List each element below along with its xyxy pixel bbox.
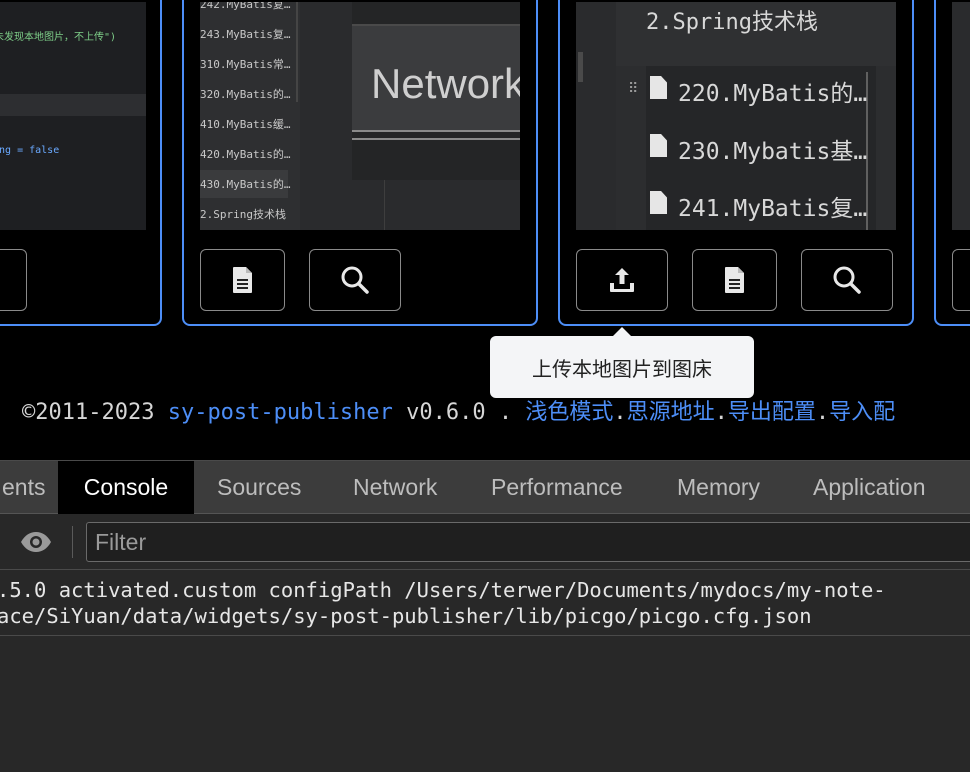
copyright-text: ©2011-2023 — [22, 400, 155, 425]
tab-memory[interactable]: Memory — [677, 461, 760, 514]
footer: ©2011-2023 sy-post-publisher v0.6.0 . 浅色… — [22, 394, 895, 426]
network-label: Network — [371, 60, 520, 107]
upload-tooltip: 上传本地图片到图床 — [490, 327, 754, 398]
devtools-panel: ents Console Sources Network Performance… — [0, 460, 970, 772]
image-card: 2.Spring技术栈 ⠿ 220.MyBatis的… 230.Mybatis基… — [558, 0, 914, 326]
file-list-item: 243.MyBatis复… — [200, 28, 291, 41]
console-toolbar — [0, 514, 970, 570]
image-gallery: 未发现本地图片，不上传") ing = false 242.MyBatis复… … — [0, 0, 970, 460]
log-line: ace/SiYuan/data/widgets/sy-post-publishe… — [0, 604, 812, 628]
separator-dot: . — [613, 400, 627, 425]
tab-application[interactable]: Application — [813, 461, 926, 514]
image-card: 242.MyBatis复… 243.MyBatis复… 310.MyBatis常… — [182, 0, 538, 326]
file-list-item: 220.MyBatis的… — [678, 81, 868, 107]
drag-handle-icon: ⠿ — [628, 80, 639, 96]
console-log-message: .5.0 activated.custom configPath /Users/… — [0, 576, 970, 636]
tab-console[interactable]: Console — [58, 461, 194, 514]
search-button[interactable] — [309, 249, 401, 311]
siyuan-address-link[interactable]: 思源地址 — [627, 400, 715, 425]
file-list-item: 2.Spring技术栈 — [200, 208, 286, 221]
image-thumbnail[interactable] — [952, 2, 970, 230]
tab-network[interactable]: Network — [353, 461, 437, 514]
export-config-link[interactable]: 导出配置 — [728, 400, 816, 425]
search-icon — [340, 265, 370, 295]
version-text: v0.6.0 — [406, 400, 486, 425]
image-card — [934, 0, 970, 326]
document-button[interactable] — [692, 249, 777, 311]
upload-button[interactable] — [576, 249, 668, 311]
card-action-button[interactable] — [952, 249, 970, 311]
image-thumbnail[interactable]: 242.MyBatis复… 243.MyBatis复… 310.MyBatis常… — [200, 2, 520, 230]
eye-icon[interactable] — [20, 531, 52, 558]
file-list-item: 430.MyBatis的… — [200, 178, 291, 191]
code-line: 未发现本地图片，不上传") — [0, 32, 117, 43]
folder-heading: 2.Spring技术栈 — [646, 10, 818, 35]
log-line: .5.0 activated.custom configPath /Users/… — [0, 578, 886, 602]
image-thumbnail[interactable]: 未发现本地图片，不上传") ing = false — [0, 2, 146, 230]
search-icon — [832, 265, 862, 295]
file-list-item: 420.MyBatis的… — [200, 148, 291, 161]
file-list-item: 242.MyBatis复… — [200, 2, 291, 11]
file-list-item: 310.MyBatis常… — [200, 58, 291, 71]
file-list-item: 241.MyBatis复… — [678, 196, 868, 222]
separator-dot: . — [498, 400, 513, 425]
file-list-item: 320.MyBatis的… — [200, 88, 291, 101]
console-filter-input[interactable] — [86, 522, 970, 562]
tab-sources[interactable]: Sources — [217, 461, 301, 514]
separator-dot: . — [815, 400, 830, 425]
upload-icon — [607, 265, 637, 295]
toolbar-divider — [72, 526, 73, 558]
tab-elements[interactable]: ents — [0, 461, 55, 514]
devtools-tab-bar: ents Console Sources Network Performance… — [0, 460, 970, 514]
document-icon — [724, 266, 746, 294]
document-icon — [232, 266, 254, 294]
card-action-button[interactable] — [0, 249, 27, 311]
separator-dot: . — [714, 400, 728, 425]
document-button[interactable] — [200, 249, 285, 311]
file-list-item: 230.Mybatis基… — [678, 139, 868, 165]
tab-performance[interactable]: Performance — [491, 461, 623, 514]
file-list-item: 410.MyBatis缓… — [200, 118, 291, 131]
search-button[interactable] — [801, 249, 893, 311]
code-line: ing = false — [0, 145, 60, 156]
import-config-link[interactable]: 导入配 — [829, 400, 895, 425]
app-name-link[interactable]: sy-post-publisher — [168, 400, 393, 425]
image-card: 未发现本地图片，不上传") ing = false — [0, 0, 162, 326]
image-thumbnail[interactable]: 2.Spring技术栈 ⠿ 220.MyBatis的… 230.Mybatis基… — [576, 2, 896, 230]
light-mode-link[interactable]: 浅色模式 — [525, 400, 613, 425]
